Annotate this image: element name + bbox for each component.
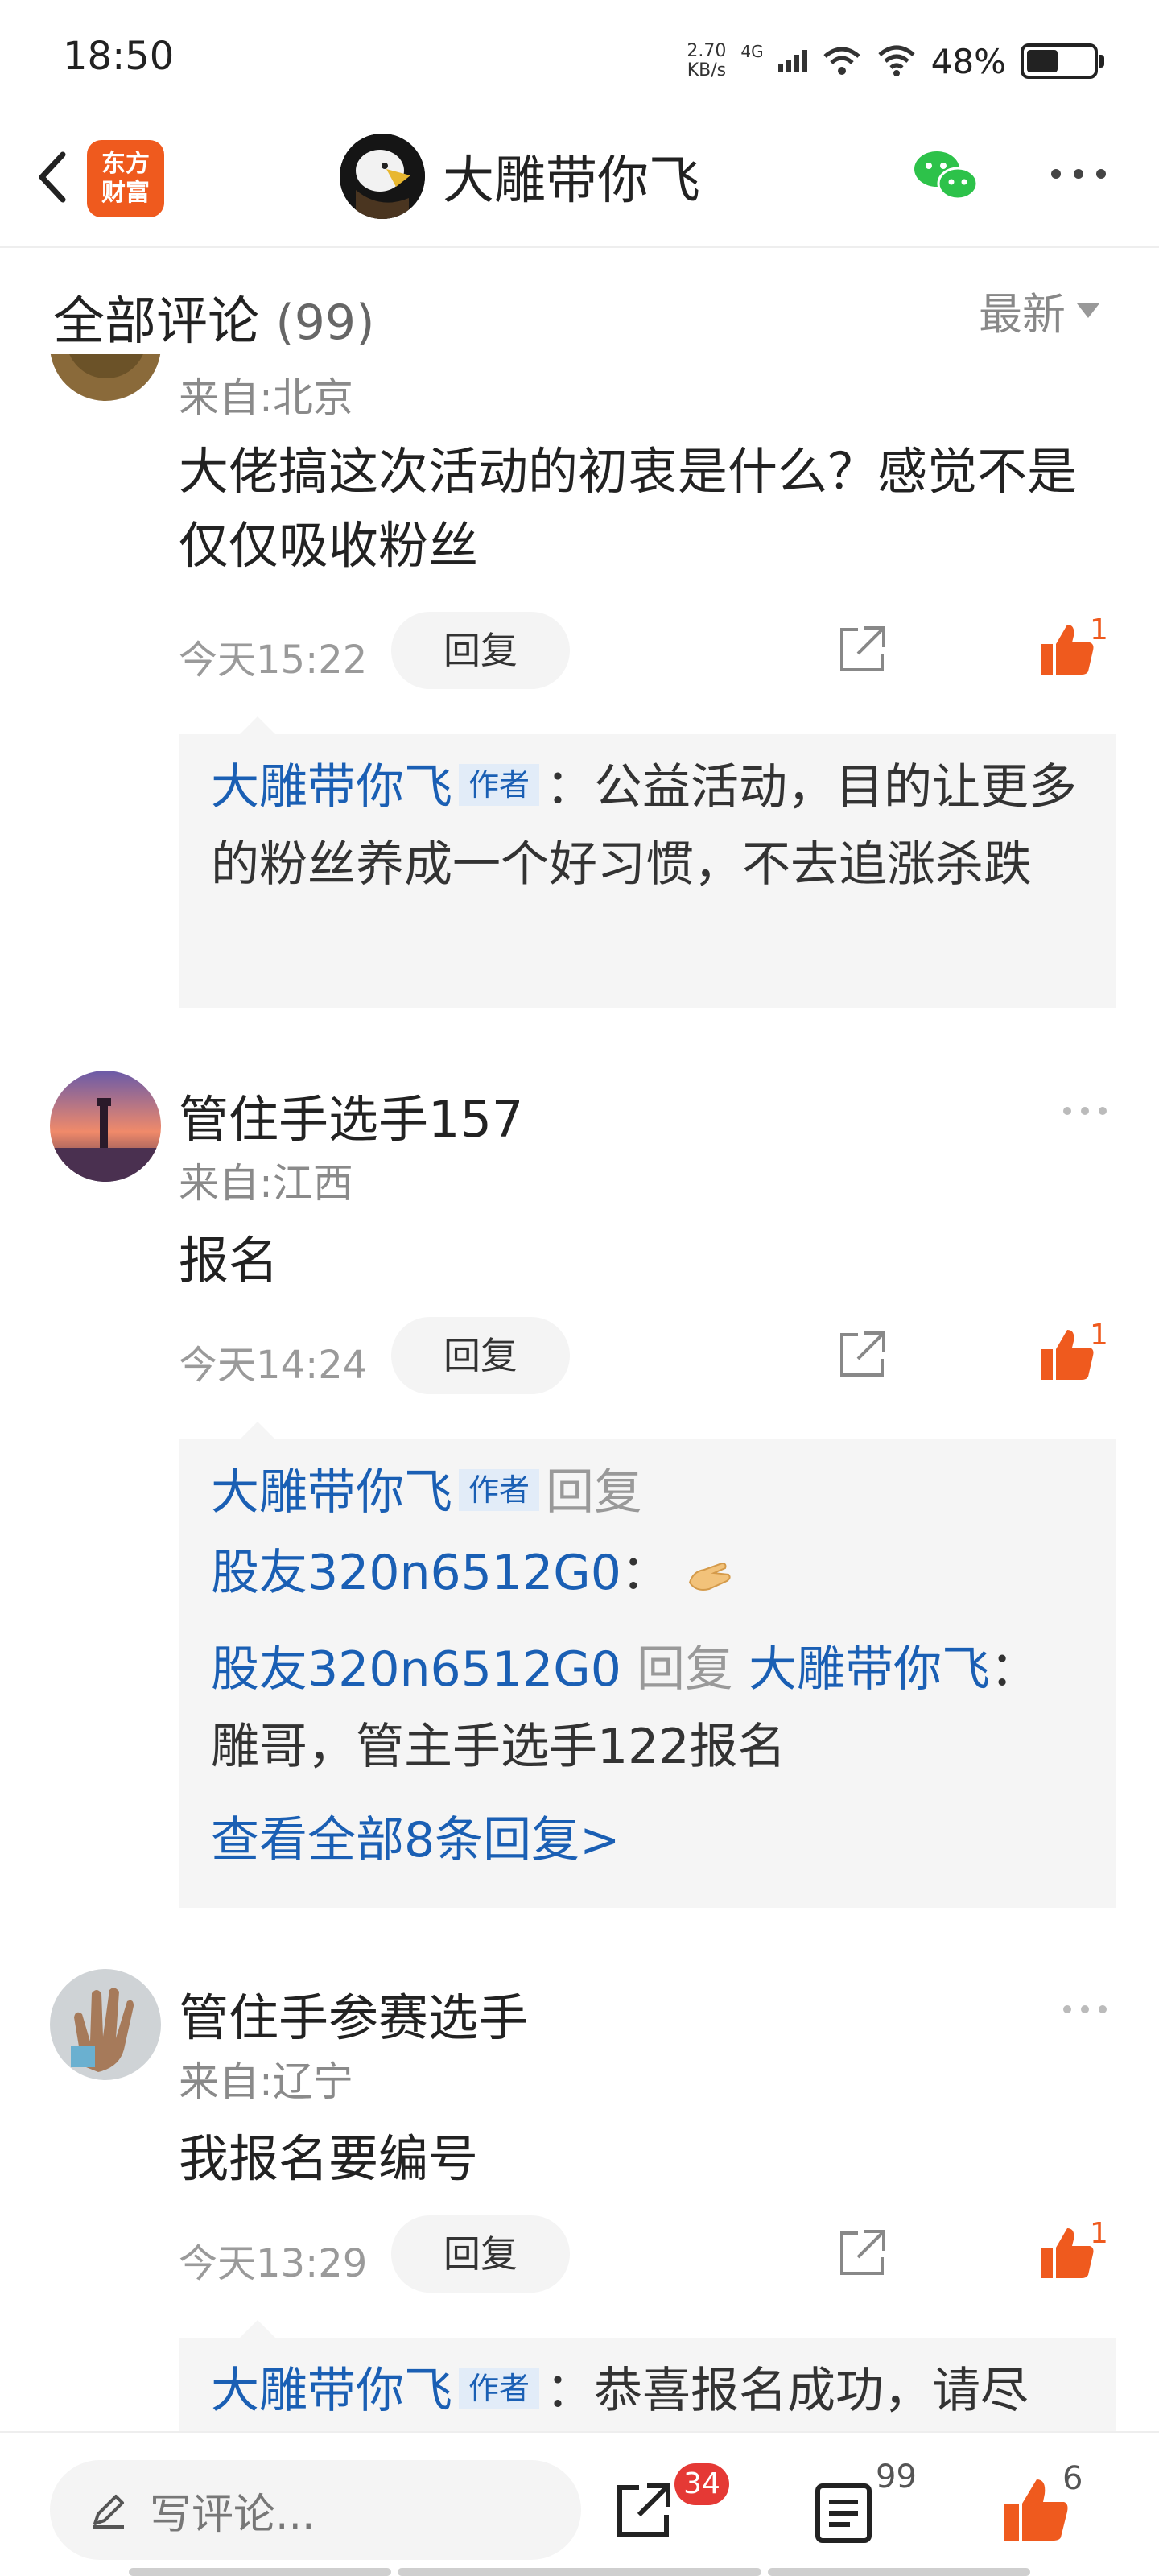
wechat-icon[interactable] — [909, 143, 982, 208]
signal-type-label: 4G — [740, 42, 764, 61]
reply-thread[interactable]: 大雕带你飞 作者 ：公益活动，目的让更多的粉丝养成一个好习惯，不去追涨杀跌 — [179, 716, 1116, 1008]
more-options-icon[interactable] — [1059, 2001, 1111, 2017]
status-time: 18:50 — [63, 34, 175, 79]
view-all-replies-link[interactable]: 查看全部8条回复> — [211, 1802, 1083, 1879]
share-icon[interactable] — [612, 2478, 676, 2542]
write-comment-input[interactable]: 写评论... — [50, 2460, 581, 2560]
top-nav: 东方 财富 大雕带你飞 — [0, 121, 1159, 242]
reply-button[interactable]: 回复 — [391, 2215, 570, 2293]
comment-time: 今天14:24 — [179, 1343, 368, 1388]
author-title: 大雕带你飞 — [443, 151, 700, 211]
comment-location: 来自:辽宁 — [179, 2058, 353, 2105]
user-avatar[interactable] — [50, 1969, 161, 2080]
like-count: 1 — [1090, 613, 1108, 646]
likes-total-count: 6 — [1062, 2460, 1083, 2497]
thumbs-up-icon[interactable] — [1001, 2475, 1070, 2544]
status-bar: 18:50 2.70 KB/s 4G 48% — [0, 0, 1159, 113]
author-badge: 作者 — [459, 764, 540, 807]
comments-total-count: 99 — [876, 2458, 917, 2496]
reply-thread[interactable]: 大雕带你飞 作者 ：恭喜报名成功，请尽 — [179, 2320, 1116, 2434]
thumbs-up-icon[interactable] — [1038, 2223, 1096, 2281]
reply-author[interactable]: 大雕带你飞 — [211, 1464, 452, 1521]
reply-user[interactable]: 股友320n6512G0 — [211, 1545, 621, 1601]
comment-location: 来自:北京 — [179, 374, 353, 421]
hand-emoji-icon — [688, 1563, 731, 1591]
reply-author[interactable]: 大雕带你飞 — [211, 2363, 452, 2419]
wifi-icon — [823, 47, 860, 75]
comments-list-icon[interactable] — [813, 2481, 874, 2545]
comments-count: (99) — [275, 295, 375, 351]
sort-dropdown[interactable]: 最新 — [979, 279, 1099, 342]
comment-username[interactable]: 管住手参赛选手 — [179, 1977, 528, 2050]
user-avatar[interactable] — [50, 1071, 161, 1182]
author-badge: 作者 — [459, 1469, 540, 1512]
reply-thread[interactable]: 大雕带你飞 作者 回复 股友320n6512G0： 股友320n6512G0 回复 … — [179, 1422, 1116, 1908]
header-divider — [0, 246, 1159, 248]
bottom-action-bar: 写评论... 34 99 6 — [0, 2431, 1159, 2576]
more-options-icon[interactable] — [1059, 1103, 1111, 1119]
network-speed: 2.70 KB/s — [687, 41, 727, 80]
cell-signal-icon — [777, 50, 807, 72]
comments-section-title: 全部评论 (99) — [53, 292, 375, 352]
comment-time: 今天13:29 — [179, 2241, 368, 2286]
like-count: 1 — [1090, 1319, 1108, 1352]
reply-text: 雕哥，管主手选手122报名 — [211, 1719, 786, 1775]
gesture-bar-segment — [129, 2568, 391, 2576]
like-count: 1 — [1090, 2217, 1108, 2250]
comment-text: 大佬搞这次活动的初衷是什么？感觉不是仅仅吸收粉丝 — [179, 442, 1078, 575]
reply-author[interactable]: 大雕带你飞 — [211, 759, 452, 815]
share-icon[interactable] — [834, 2225, 890, 2281]
pencil-icon — [93, 2495, 124, 2529]
status-indicators: 2.70 KB/s 4G 48% — [687, 37, 1104, 85]
gesture-bar-segment — [398, 2568, 761, 2576]
eagle-icon — [340, 134, 425, 219]
comment-text: 报名 — [179, 1231, 279, 1290]
more-options-icon[interactable] — [1046, 164, 1111, 184]
reply-user[interactable]: 股友320n6512G0 — [211, 1641, 621, 1698]
reply-text: ：恭喜报名成功，请尽 — [546, 2363, 1029, 2419]
author-badge: 作者 — [459, 2368, 540, 2410]
author-avatar[interactable] — [340, 134, 425, 219]
battery-fill — [1027, 50, 1058, 72]
gesture-bar-segment — [768, 2568, 1030, 2576]
comment-placeholder: 写评论... — [150, 2490, 316, 2539]
profile-header[interactable]: 大雕带你飞 — [340, 132, 700, 221]
reply-target[interactable]: 大雕带你飞 — [749, 1641, 990, 1698]
comment-location: 来自:江西 — [179, 1160, 353, 1207]
share-icon[interactable] — [834, 621, 890, 678]
comment-text: 我报名要编号 — [179, 2129, 479, 2188]
comment-time: 今天15:22 — [179, 638, 368, 683]
battery-icon — [1021, 43, 1104, 79]
share-count-badge: 34 — [674, 2463, 729, 2505]
wifi-icon — [878, 45, 915, 76]
battery-percent: 48% — [930, 41, 1006, 81]
reply-button[interactable]: 回复 — [391, 612, 570, 689]
comment-username[interactable]: 管住手选手157 — [179, 1079, 523, 1151]
back-arrow-icon[interactable] — [24, 137, 80, 217]
thumbs-up-icon[interactable] — [1038, 620, 1096, 678]
caret-down-icon — [1077, 303, 1099, 318]
thumbs-up-icon[interactable] — [1038, 1325, 1096, 1383]
share-icon[interactable] — [834, 1327, 890, 1383]
reply-button[interactable]: 回复 — [391, 1317, 570, 1394]
app-logo[interactable]: 东方 财富 — [87, 140, 164, 217]
